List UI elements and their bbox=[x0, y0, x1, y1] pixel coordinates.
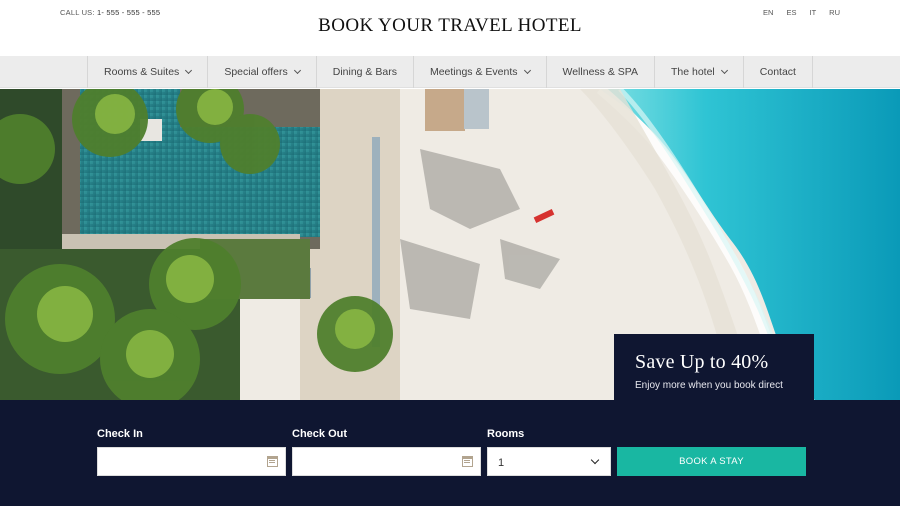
nav-dining-bars[interactable]: Dining & Bars bbox=[315, 56, 413, 88]
lang-it[interactable]: IT bbox=[809, 8, 816, 17]
calendar-icon[interactable] bbox=[267, 456, 278, 467]
chevron-down-icon bbox=[523, 66, 531, 75]
nav-special-offers[interactable]: Special offers bbox=[207, 56, 315, 88]
check-out-input[interactable] bbox=[292, 447, 481, 476]
nav-label: Contact bbox=[759, 66, 796, 78]
site-logo[interactable]: BOOK YOUR TRAVEL HOTEL bbox=[0, 15, 900, 37]
main-nav: Rooms & Suites Special offers Dining & B… bbox=[0, 56, 900, 88]
nav-meetings-events[interactable]: Meetings & Events bbox=[412, 56, 546, 88]
booking-bar: Check In Check Out Rooms 1 BOOK A STAY bbox=[0, 400, 900, 506]
rooms-value: 1 bbox=[498, 457, 505, 469]
nav-label: Special offers bbox=[224, 66, 288, 78]
calendar-icon[interactable] bbox=[462, 456, 473, 467]
nav-rooms-suites[interactable]: Rooms & Suites bbox=[87, 56, 207, 88]
check-out-label: Check Out bbox=[292, 428, 348, 440]
chevron-down-icon bbox=[590, 455, 600, 465]
language-switcher: EN ES IT RU bbox=[763, 8, 840, 17]
promo-subtitle: Enjoy more when you book direct bbox=[635, 380, 783, 391]
check-in-input[interactable] bbox=[97, 447, 286, 476]
nav-label: Dining & Bars bbox=[332, 66, 397, 78]
nav-label: Rooms & Suites bbox=[104, 66, 180, 78]
nav-label: Meetings & Events bbox=[429, 66, 518, 78]
chevron-down-icon bbox=[293, 66, 301, 75]
chevron-down-icon bbox=[185, 66, 193, 75]
nav-the-hotel[interactable]: The hotel bbox=[653, 56, 743, 88]
nav-wellness-spa[interactable]: Wellness & SPA bbox=[545, 56, 654, 88]
book-a-stay-button[interactable]: BOOK A STAY bbox=[617, 447, 806, 476]
lang-en[interactable]: EN bbox=[763, 8, 773, 17]
chevron-down-icon bbox=[720, 66, 728, 75]
lang-es[interactable]: ES bbox=[786, 8, 796, 17]
nav-label: Wellness & SPA bbox=[562, 66, 638, 78]
check-in-label: Check In bbox=[97, 428, 143, 440]
promo-banner: Save Up to 40% Enjoy more when you book … bbox=[614, 334, 814, 400]
rooms-select[interactable]: 1 bbox=[487, 447, 611, 476]
rooms-label: Rooms bbox=[487, 428, 525, 440]
top-bar: CALL US: 1- 555 - 555 - 555 BOOK YOUR TR… bbox=[0, 0, 900, 56]
promo-title: Save Up to 40% bbox=[635, 351, 769, 373]
lang-ru[interactable]: RU bbox=[829, 8, 840, 17]
nav-label: The hotel bbox=[670, 66, 715, 78]
nav-contact[interactable]: Contact bbox=[742, 56, 813, 88]
